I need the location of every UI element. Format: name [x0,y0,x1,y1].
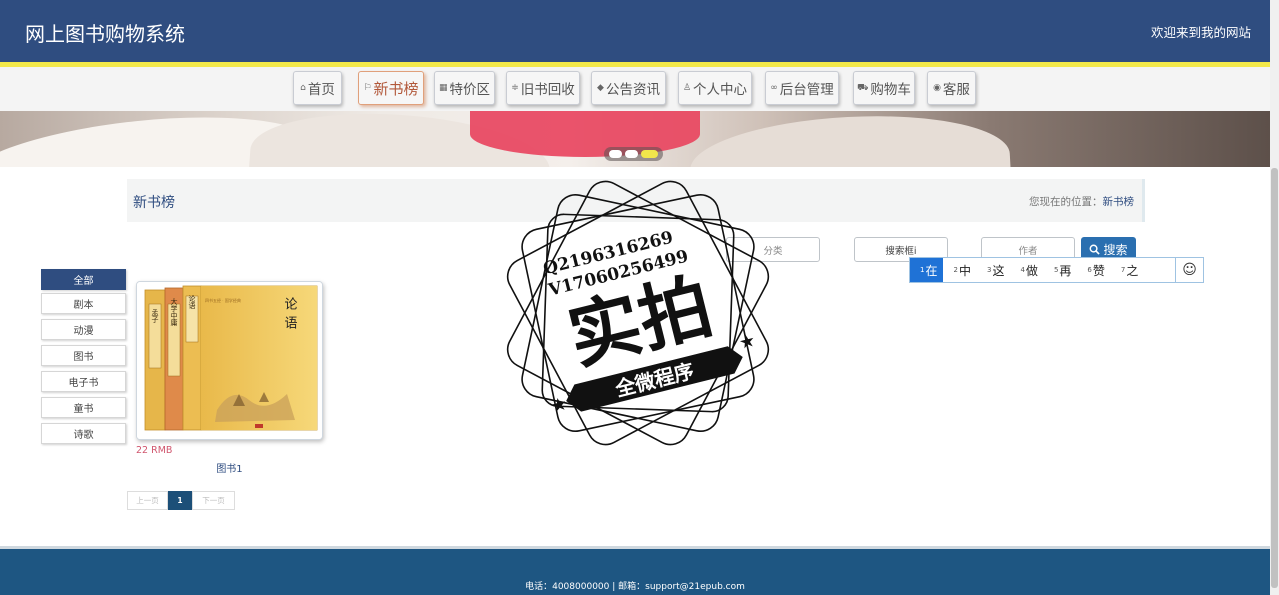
category-item[interactable]: 诗歌 [41,423,126,444]
footer-contact: 电话：4008000000 | 邮箱：support@21epub.com [525,582,745,592]
category-item[interactable]: 电子书 [41,371,126,392]
welcome-text: 欢迎来到我的网站 [1150,25,1251,40]
next-page-button[interactable]: 下一页 [192,491,235,510]
spine-title: 孟子 [151,308,159,323]
scrollbar-thumb[interactable] [1271,168,1278,588]
home-icon: ⌂ [300,83,306,93]
spine-title: 论语 [188,294,196,310]
nav-home[interactable]: ⌂ 首页 [293,71,342,105]
nav-cart[interactable]: ⛟ 购物车 [853,71,915,105]
search-button-label: 搜索 [1103,243,1128,257]
flag-icon: ⚐ [363,83,372,93]
watermark-stamp: Q2196316269 V17060256499 实拍 全微程序 ★ ★ [506,180,770,446]
star-icon: ★ [737,330,758,354]
main-nav: ⌂ 首页 ⚐ 新书榜 ▦ 特价区 ≑ 旧书回收 ◆ 公告资讯 ♙ 个人中心 ∞ … [0,67,1270,111]
site-footer: 电话：4008000000 | 邮箱：support@21epub.com [0,546,1270,595]
nav-label: 个人中心 [693,82,748,98]
nav-label: 购物车 [870,82,911,98]
page-number-button[interactable]: 1 [168,491,192,510]
nav-label: 旧书回收 [520,82,575,98]
breadcrumb-prefix: 您现在的位置： [1029,196,1103,208]
ime-candidate[interactable]: 4做 [1010,258,1043,282]
category-item[interactable]: 童书 [41,397,126,418]
ime-candidate[interactable]: 6赞 [1077,258,1110,282]
star-icon: ★ [549,393,570,417]
carousel-indicators [604,147,663,161]
education-icon: ◆ [597,83,604,93]
support-icon: ◉ [933,83,941,93]
product-name[interactable]: 图书1 [136,460,323,475]
nav-book-recycling[interactable]: ≑ 旧书回收 [506,71,580,105]
page-title: 新书榜 [133,195,175,211]
nav-label: 后台管理 [779,82,834,98]
pagination: 上一页 1 下一页 [127,491,235,510]
site-title: 网上图书购物系统 [25,22,185,46]
banner-book-page [687,111,1013,167]
nav-special-offers[interactable]: ▦ 特价区 [434,71,495,105]
category-all[interactable]: 全部 [41,269,126,290]
nav-label: 客服 [942,82,970,98]
breadcrumb-current[interactable]: 新书榜 [1103,196,1135,208]
ime-candidate[interactable]: 2中 [943,258,976,282]
ime-candidate[interactable]: 1在 [910,258,944,282]
ime-candidate-bar: 1在 2中 3这 4做 5再 6赞 7之 ☺ [909,257,1204,283]
prev-page-button[interactable]: 上一页 [127,491,168,510]
carousel-dot[interactable] [625,150,638,158]
product-price: 22 RMB [136,445,173,456]
category-item[interactable]: 图书 [41,345,126,366]
nav-announcements[interactable]: ◆ 公告资讯 [591,71,666,105]
nav-label: 特价区 [449,82,491,98]
category-item[interactable]: 动漫 [41,319,126,340]
carousel-dot[interactable] [609,150,622,158]
product-cover-image: 四书五经 · 国学经典 孟子 大学中庸 论语 论语 [137,282,322,439]
nav-new-books[interactable]: ⚐ 新书榜 [358,71,424,105]
ime-candidate[interactable]: 5再 [1044,258,1077,282]
carousel-dot-active[interactable] [641,150,658,158]
nav-support[interactable]: ◉ 客服 [927,71,976,105]
user-icon: ♙ [682,83,692,93]
site-header: 网上图书购物系统 欢迎来到我的网站 [0,0,1270,62]
nav-admin[interactable]: ∞ 后台管理 [765,71,839,105]
grid-icon: ▦ [438,83,448,93]
banner-carousel [0,111,1270,167]
breadcrumb: 您现在的位置：新书榜 [1029,194,1134,209]
search-icon [1090,244,1101,255]
spine-title: 大学中庸 [170,297,178,327]
category-item[interactable]: 剧本 [41,293,126,314]
ime-candidate[interactable]: 7之 [1111,258,1144,282]
nav-label: 首页 [307,82,335,98]
nav-user-center[interactable]: ♙ 个人中心 [678,71,752,105]
product-card[interactable]: 四书五经 · 国学经典 孟子 大学中庸 论语 论语 [136,281,323,440]
nav-label: 公告资讯 [605,82,660,98]
svg-text:四书五经 · 国学经典: 四书五经 · 国学经典 [205,297,241,303]
filter-icon: ≑ [511,83,519,93]
cart-icon: ⛟ [857,82,869,93]
ime-candidate[interactable]: 3这 [977,258,1010,282]
cover-title: 论语 [282,297,298,335]
link-icon: ∞ [770,83,778,93]
nav-label: 新书榜 [373,79,419,98]
banner-heart [470,111,700,157]
emoji-icon[interactable]: ☺ [1175,258,1203,282]
